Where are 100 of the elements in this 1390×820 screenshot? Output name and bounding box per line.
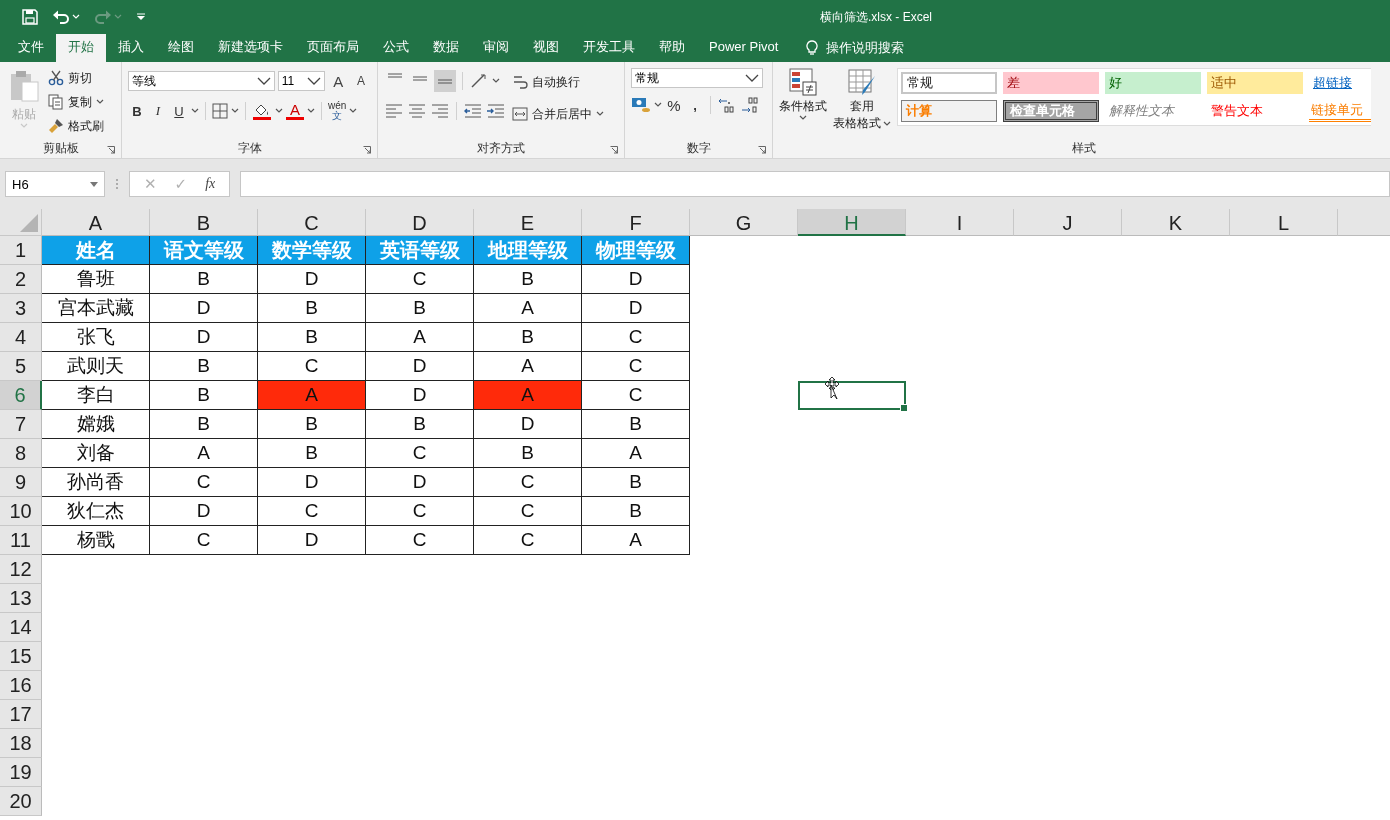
comma-style-button[interactable]: , [686,97,704,113]
column-header[interactable]: H [798,209,906,236]
number-format-field[interactable]: 常规 [631,68,763,88]
name-box[interactable]: H6 [5,171,105,197]
currency-icon[interactable] [631,96,651,114]
fill-color-icon[interactable] [252,102,272,120]
row-header[interactable]: 16 [0,671,42,700]
ribbon-tab[interactable]: 页面布局 [295,34,371,62]
decrease-indent-icon[interactable] [463,101,483,121]
caret-icon[interactable] [275,108,283,114]
customize-icon[interactable] [136,13,146,21]
column-header[interactable]: I [906,209,1014,236]
cell-style-option[interactable]: 差 [1003,72,1099,94]
ribbon-tab[interactable]: Power Pivot [697,34,791,62]
ribbon-tab[interactable]: 开始 [56,34,106,62]
dialog-launcher-icon[interactable] [610,146,618,154]
row-header[interactable]: 1 [0,236,42,265]
column-header[interactable]: G [690,209,798,236]
ribbon-tab[interactable]: 视图 [521,34,571,62]
conditional-formatting-button[interactable]: 条件格式 [777,68,829,138]
wrap-text-button[interactable]: 自动换行 [512,72,604,92]
column-header[interactable]: A [42,209,150,236]
format-painter-button[interactable]: 格式刷 [48,116,104,136]
text-orientation-icon[interactable] [469,73,489,89]
ribbon-tab[interactable]: 文件 [6,34,56,62]
tell-me-search[interactable]: 操作说明搜索 [794,34,917,62]
copy-button[interactable]: 复制 [48,92,104,112]
row-header[interactable]: 8 [0,439,42,468]
formula-input[interactable] [240,171,1390,197]
caret-icon[interactable] [307,108,315,114]
row-header[interactable]: 10 [0,497,42,526]
save-icon[interactable] [22,9,38,25]
percent-style-button[interactable]: % [665,96,683,114]
dialog-launcher-icon[interactable] [107,146,115,154]
column-header[interactable]: D [366,209,474,236]
cell-style-option[interactable]: 好 [1105,72,1201,94]
row-header[interactable]: 11 [0,526,42,555]
italic-button[interactable]: I [149,103,167,119]
caret-icon[interactable] [96,99,104,105]
cell-style-option[interactable]: 警告文本 [1207,100,1303,122]
undo-icon[interactable] [52,9,70,25]
row-header[interactable]: 5 [0,352,42,381]
row-header[interactable]: 17 [0,700,42,729]
font-size-field[interactable]: 11 [277,71,326,91]
ribbon-tab[interactable]: 新建选项卡 [206,34,295,62]
caret-icon[interactable] [492,78,500,84]
row-header[interactable]: 18 [0,729,42,758]
caret-icon[interactable] [799,115,807,121]
row-header[interactable]: 4 [0,323,42,352]
cell-style-option[interactable]: 常规 [901,72,997,94]
fill-handle[interactable] [900,404,908,412]
row-header[interactable]: 20 [0,787,42,816]
bold-button[interactable]: B [128,103,146,119]
ribbon-tab[interactable]: 审阅 [471,34,521,62]
row-header[interactable]: 12 [0,555,42,584]
row-header[interactable]: 14 [0,613,42,642]
decrease-decimal-icon[interactable] [740,96,760,114]
column-header[interactable]: E [474,209,582,236]
caret-icon[interactable] [596,111,604,117]
caret-icon[interactable] [349,108,358,114]
row-header[interactable]: 2 [0,265,42,294]
caret-icon[interactable] [883,120,891,127]
dialog-launcher-icon[interactable] [758,146,766,154]
phonetic-guide-button[interactable]: wén 文 [328,101,347,121]
cell-style-option[interactable]: 超链接 [1309,72,1371,94]
increase-decimal-icon[interactable] [717,96,737,114]
column-header[interactable]: K [1122,209,1230,236]
merge-center-button[interactable]: 合并后居中 [512,104,604,124]
row-header[interactable]: 6 [0,381,42,410]
ribbon-tab[interactable]: 开发工具 [571,34,647,62]
row-header[interactable]: 13 [0,584,42,613]
caret-icon[interactable] [654,102,662,108]
borders-icon[interactable] [212,103,228,119]
font-name-field[interactable]: 等线 [128,71,275,91]
increase-indent-icon[interactable] [486,101,506,121]
dialog-launcher-icon[interactable] [363,146,371,154]
insert-function-button[interactable]: fx [205,176,216,192]
cell-style-option[interactable]: 解释性文本 [1105,100,1201,122]
ribbon-tab[interactable]: 数据 [421,34,471,62]
row-header[interactable]: 3 [0,294,42,323]
cut-button[interactable]: 剪切 [48,68,104,88]
row-header[interactable]: 7 [0,410,42,439]
ribbon-tab[interactable]: 绘图 [156,34,206,62]
row-header[interactable]: 15 [0,642,42,671]
row-header[interactable]: 19 [0,758,42,787]
underline-button[interactable]: U [170,103,188,119]
column-header[interactable]: J [1014,209,1122,236]
column-header[interactable]: C [258,209,366,236]
caret-icon[interactable] [231,108,239,114]
caret-icon[interactable] [191,108,199,114]
increase-font-size-button[interactable]: A [328,72,349,90]
font-color-button[interactable]: A [286,102,304,120]
ribbon-tab[interactable]: 插入 [106,34,156,62]
ribbon-tab[interactable]: 帮助 [647,34,697,62]
decrease-font-size-button[interactable]: A [351,74,371,88]
cell-style-option[interactable]: 适中 [1207,72,1303,94]
row-header[interactable]: 9 [0,468,42,497]
format-as-table-button[interactable]: 套用 表格格式 [831,68,893,138]
column-header[interactable]: F [582,209,690,236]
ribbon-tab[interactable]: 公式 [371,34,421,62]
